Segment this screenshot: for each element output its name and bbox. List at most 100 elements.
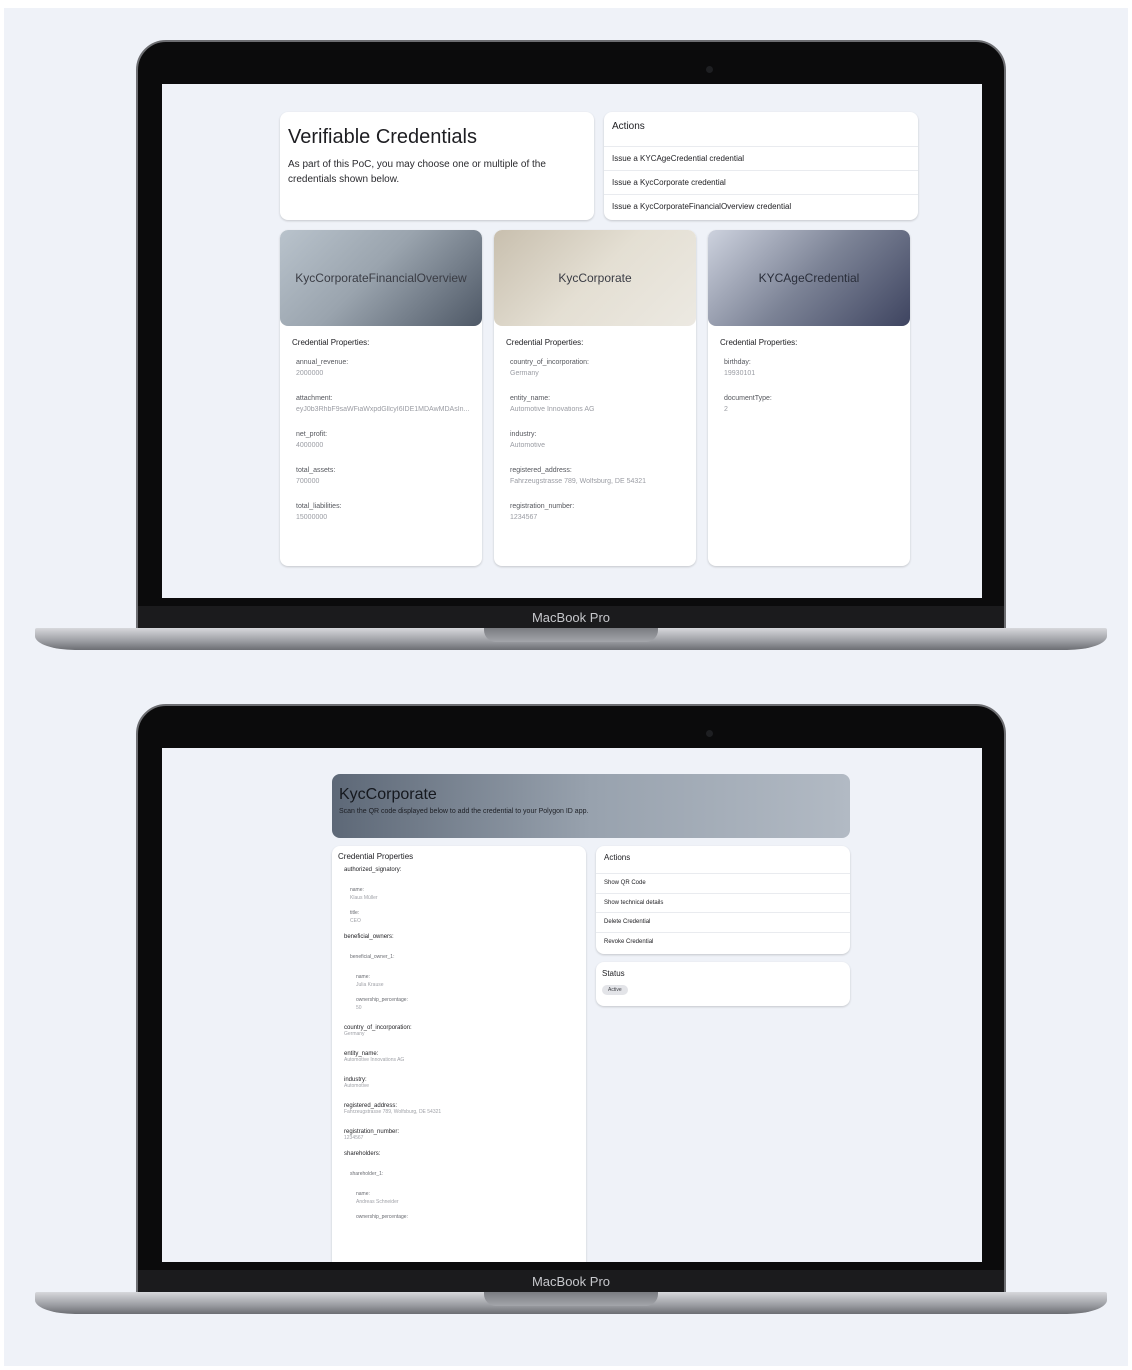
property-value: 19930101 xyxy=(724,370,756,377)
property-key: name: xyxy=(350,887,364,893)
property: total_assets: 700000 xyxy=(292,467,470,485)
property: industry: Automotive xyxy=(506,431,684,449)
credential-properties-title: Credential Properties: xyxy=(720,338,798,347)
property-key: beneficial_owners: xyxy=(344,934,394,940)
laptop-overview: Verifiable Credentials As part of this P… xyxy=(0,40,1132,680)
page-description: As part of this PoC, you may choose one … xyxy=(288,159,546,185)
property-key: beneficial_owner_1: xyxy=(350,954,395,960)
property-key: authorized_signatory: xyxy=(344,867,402,873)
property-value: Automotive Innovations AG xyxy=(344,1057,405,1063)
credential-banner[interactable]: KycCorporate xyxy=(494,230,696,326)
credential-banner[interactable]: KycCorporateFinancialOverview xyxy=(280,230,482,326)
property-value: CEO xyxy=(350,918,361,924)
property-key: ownership_percentage: xyxy=(356,1214,408,1220)
credential-banner[interactable]: KYCAgeCredential xyxy=(708,230,910,326)
property-value: Automotive Innovations AG xyxy=(510,406,595,413)
property: net_profit: 4000000 xyxy=(292,431,470,449)
property: registration_number: 1234567 xyxy=(506,503,684,521)
credential-properties-title: Credential Properties: xyxy=(292,338,370,347)
revoke-credential-action[interactable]: Revoke Credential xyxy=(596,933,850,953)
property-key: name: xyxy=(356,1191,370,1197)
property-value: 15000000 xyxy=(296,514,328,521)
property-value: Automotive xyxy=(510,442,546,449)
property: attachment: eyJ0b3RhbF9saWFiaWxpdGllcyI6I… xyxy=(292,395,470,413)
credential-card-kycagecredential[interactable]: KYCAgeCredential Credential Properties: … xyxy=(708,230,910,566)
property: total_liabilities: 15000000 xyxy=(292,503,470,521)
property-key: title: xyxy=(350,910,360,916)
property-value: Fahrzeugstrasse 789, Wolfsburg, DE 54321 xyxy=(510,478,647,485)
device-label: MacBook Pro xyxy=(138,606,1004,630)
property-value: 50 xyxy=(356,1005,362,1011)
detail-actions-card: Actions Show QR Code Show technical deta… xyxy=(596,846,850,954)
property-key: documentType: xyxy=(724,395,772,402)
property-key: total_assets: xyxy=(296,467,336,474)
property-key: total_liabilities: xyxy=(296,503,342,510)
screen-overview: Verifiable Credentials As part of this P… xyxy=(162,84,982,598)
property-key: entity_name: xyxy=(510,395,551,402)
property-value: Andreas Schneider xyxy=(356,1199,399,1205)
property-value: 4000000 xyxy=(296,442,324,449)
show-qr-code-action[interactable]: Show QR Code xyxy=(596,874,850,894)
property-key: industry: xyxy=(510,431,537,438)
property: entity_name: Automotive Innovations AG xyxy=(344,1051,580,1063)
property: registration_number: 1234567 xyxy=(344,1129,580,1141)
header-card: Verifiable Credentials As part of this P… xyxy=(280,112,594,220)
laptop-notch xyxy=(484,1292,658,1306)
property-key: attachment: xyxy=(296,395,333,402)
property-key: annual_revenue: xyxy=(296,359,349,366)
credential-properties-title: Credential Properties xyxy=(338,852,414,861)
property: birthday: 19930101 xyxy=(720,359,898,377)
property: country_of_incorporation: Germany xyxy=(506,359,684,377)
credential-title: KycCorporate xyxy=(339,786,437,803)
issue-kyccorporatefinancialoverview-action[interactable]: Issue a KycCorporateFinancialOverview cr… xyxy=(604,195,918,219)
page-title: Verifiable Credentials xyxy=(288,126,477,148)
credential-header-banner: KycCorporate Scan the QR code displayed … xyxy=(332,774,850,838)
property-key: shareholders: xyxy=(344,1151,381,1157)
show-technical-details-action[interactable]: Show technical details xyxy=(596,894,850,913)
property-key: shareholder_1: xyxy=(350,1171,384,1177)
property-key: registered_address: xyxy=(510,467,572,474)
property-value: Germany xyxy=(510,370,539,377)
credential-card-financial-overview[interactable]: KycCorporateFinancialOverview Credential… xyxy=(280,230,482,566)
camera-icon xyxy=(706,730,713,737)
property-value: Germany xyxy=(344,1031,365,1037)
property-value: Klaus Müller xyxy=(350,895,378,901)
property-value: 2000000 xyxy=(296,370,324,377)
property: industry: Automotive xyxy=(344,1077,580,1089)
actions-title: Actions xyxy=(596,846,850,874)
status-badge: Active xyxy=(602,985,628,995)
property-value: 2 xyxy=(724,406,728,413)
credential-properties-card: Credential Properties authorized_signato… xyxy=(332,846,586,1262)
property: documentType: 2 xyxy=(720,395,898,413)
property-key: net_profit: xyxy=(296,431,328,438)
actions-title: Actions xyxy=(604,112,918,147)
status-title: Status xyxy=(602,969,625,978)
property-key: ownership_percentage: xyxy=(356,997,408,1003)
credential-properties-title: Credential Properties: xyxy=(506,338,584,347)
property: annual_revenue: 2000000 xyxy=(292,359,470,377)
property-value: Julia Krause xyxy=(356,982,384,988)
property-value: eyJ0b3RhbF9saWFiaWxpdGllcyI6IDE1MDAwMDAs… xyxy=(296,406,470,413)
delete-credential-action[interactable]: Delete Credential xyxy=(596,913,850,933)
property-key: country_of_incorporation: xyxy=(510,359,589,366)
device-label: MacBook Pro xyxy=(138,1270,1004,1294)
issue-kyccorporate-action[interactable]: Issue a KycCorporate credential xyxy=(604,171,918,195)
property-value: 700000 xyxy=(296,478,320,485)
property-value: 1234567 xyxy=(510,514,538,521)
property-value: 1234567 xyxy=(344,1135,364,1141)
property-value: Automotive xyxy=(344,1083,370,1089)
laptop-notch xyxy=(484,628,658,642)
property: entity_name: Automotive Innovations AG xyxy=(506,395,684,413)
credential-card-kyccorporate[interactable]: KycCorporate Credential Properties: coun… xyxy=(494,230,696,566)
screen-detail: KycCorporate Scan the QR code displayed … xyxy=(162,748,982,1262)
credential-subtitle: Scan the QR code displayed below to add … xyxy=(339,808,589,815)
status-card: Status Active xyxy=(596,962,850,1006)
camera-icon xyxy=(706,66,713,73)
laptop-detail: KycCorporate Scan the QR code displayed … xyxy=(0,704,1132,1344)
property: registered_address: Fahrzeugstrasse 789, … xyxy=(506,467,684,485)
issue-kycagecredential-action[interactable]: Issue a KYCAgeCredential credential xyxy=(604,147,918,171)
property: country_of_incorporation: Germany xyxy=(344,1025,580,1037)
property-key: registration_number: xyxy=(510,503,575,510)
property: registered_address: Fahrzeugstrasse 789, … xyxy=(344,1103,580,1115)
property-key: birthday: xyxy=(724,359,751,366)
